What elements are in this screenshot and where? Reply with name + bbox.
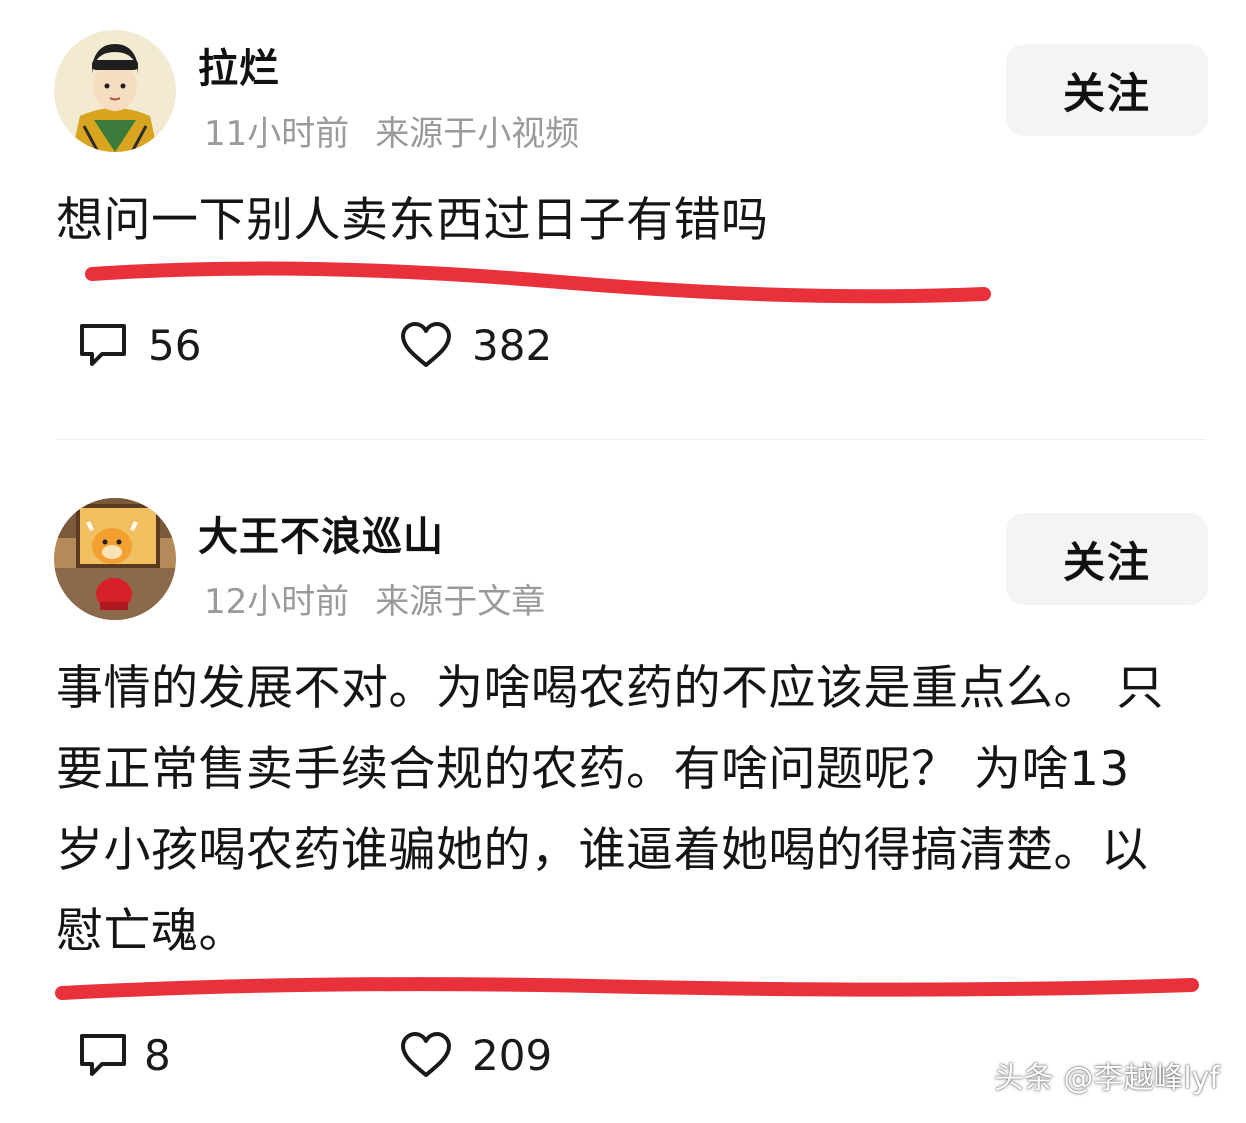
divider [56,439,1206,440]
comment-card: 拉烂 11小时前 来源于小视频 关注 想问一下别人卖东西过日子有错吗 56 382 [0,0,1246,440]
comment-text: 想问一下别人卖东西过日子有错吗 [56,193,769,248]
like-button[interactable]: 382 [398,320,552,370]
comment-count[interactable]: 56 [76,320,201,370]
post-time: 12小时前 [204,582,350,622]
cartoon-boy-avatar-image [54,30,176,152]
post-source: 来源于小视频 [375,114,580,154]
comment-icon [80,324,126,366]
like-count-value: 382 [472,320,553,370]
comment-count-value: 56 [148,320,202,370]
comment-card: 大王不浪巡山 12小时前 来源于文章 关注 事情的发展不对。为啥喝农药的不应该是重… [0,441,1246,1123]
comment-count[interactable]: 8 [76,1030,171,1080]
username[interactable]: 大王不浪巡山 [198,504,444,562]
post-source: 来源于文章 [375,582,546,622]
like-count-value: 209 [472,1030,553,1080]
watermark: 头条 @李越峰lyf [993,1061,1220,1096]
avatar[interactable] [54,30,176,152]
username[interactable]: 拉烂 [198,36,280,94]
follow-button[interactable]: 关注 [1006,44,1208,136]
ox-figurine-avatar-image [54,498,176,620]
follow-button[interactable]: 关注 [1006,513,1208,605]
heart-icon [401,1032,451,1077]
red-underline-annotation [85,261,991,304]
avatar[interactable] [54,498,176,620]
like-button[interactable]: 209 [398,1030,552,1080]
comment-count-value: 8 [144,1030,171,1080]
heart-icon [401,322,451,367]
post-meta: 12小时前 来源于文章 [204,574,545,623]
post-meta: 11小时前 来源于小视频 [204,106,579,155]
comment-text: 事情的发展不对。为啥喝农药的不应该是重点么。 只要正常售卖手续合规的农药。有啥问… [56,661,1164,959]
comment-icon [80,1034,126,1076]
post-time: 11小时前 [204,114,350,154]
